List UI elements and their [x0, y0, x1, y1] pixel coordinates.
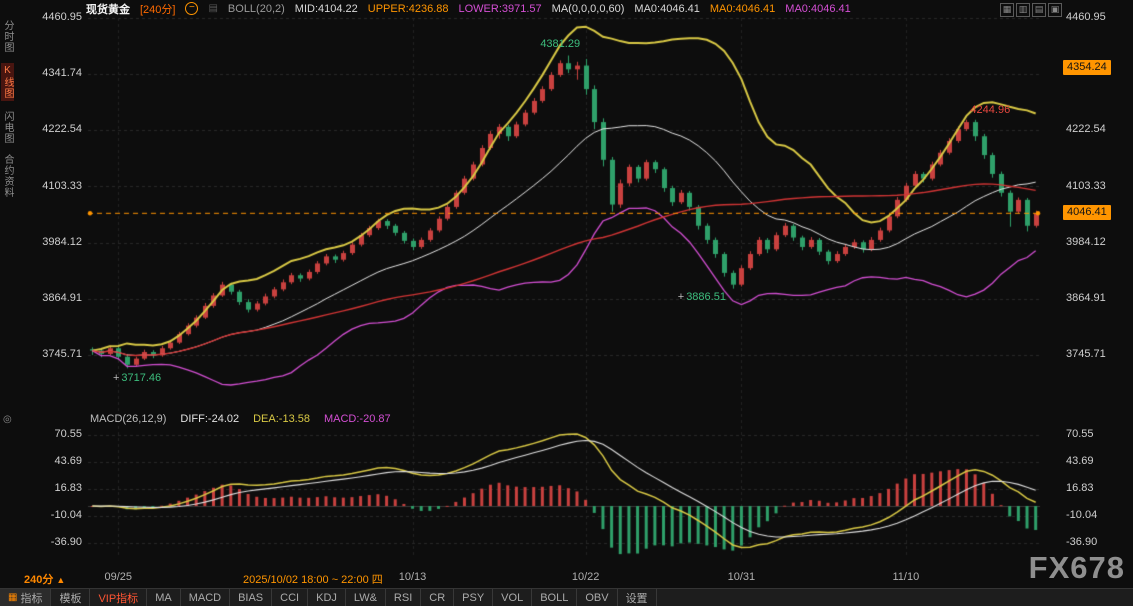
toolbar-item-模板[interactable]: 模板	[51, 589, 90, 606]
ma-label: MA(0,0,0,0,60)	[552, 3, 625, 15]
legend-collapse-icon[interactable]: −	[185, 2, 198, 15]
toolbar-item-label: VIP指标	[98, 590, 138, 606]
toolbar-item-BIAS[interactable]: BIAS	[230, 589, 272, 606]
toolbar-item-label: MA	[155, 592, 172, 604]
ma0-value-white: MA0:4046.41	[634, 3, 699, 15]
boll-lower-value: LOWER:3971.57	[459, 3, 542, 15]
legend-panel-icon[interactable]: ▤	[208, 3, 217, 14]
toolbar-item-设置[interactable]: 设置	[618, 589, 657, 606]
toolbar-item-label: 指标	[20, 590, 42, 606]
sidebar-tab-chart-type[interactable]: 分时图	[1, 20, 14, 53]
layout-split-icon[interactable]: ▥	[1016, 3, 1030, 17]
boll-mid-value: MID:4104.22	[295, 3, 358, 15]
toolbar-item-VOL[interactable]: VOL	[493, 589, 532, 606]
layout-full-icon[interactable]: ▣	[1048, 3, 1062, 17]
boll-upper-value: UPPER:4236.88	[368, 3, 449, 15]
sidebar-tab-chart-type[interactable]: 合约资料	[1, 154, 14, 198]
candlestick-chart-canvas[interactable]	[0, 0, 1133, 606]
session-range-label: 2025/10/02 18:00 ~ 22:00 四	[243, 571, 383, 587]
toolbar-item-OBV[interactable]: OBV	[577, 589, 617, 606]
watermark: FX678	[1029, 550, 1125, 586]
trading-chart-app: 现货黄金 [240分] − ▤ BOLL(20,2) MID:4104.22 U…	[0, 0, 1133, 606]
symbol-name: 现货黄金	[86, 1, 130, 17]
toolbar-item-KDJ[interactable]: KDJ	[308, 589, 346, 606]
toolbar-item-CR[interactable]: CR	[421, 589, 454, 606]
layout-rows-icon[interactable]: ▤	[1032, 3, 1046, 17]
indicator-grid-icon: ▦	[8, 592, 17, 603]
session-high-tag: 4354.24	[1063, 60, 1111, 75]
macd-dea-value: DEA:-13.58	[253, 413, 310, 425]
macd-legend: MACD(26,12,9) DIFF:-24.02 DEA:-13.58 MAC…	[90, 413, 391, 425]
sidebar-tab-active-chart-type[interactable]: K线图	[1, 63, 14, 101]
interval-selector-label: 240分	[24, 574, 53, 586]
toolbar-item-label: BOLL	[540, 592, 568, 604]
macd-macd-value: MACD:-20.87	[324, 413, 391, 425]
toolbar-item-label: RSI	[394, 592, 412, 604]
toolbar-item-LW&[interactable]: LW&	[346, 589, 386, 606]
toolbar-item-label: CCI	[280, 592, 299, 604]
toolbar-item-label: 设置	[626, 590, 648, 606]
chart-type-sidebar: 分时图 K线图闪电图合约资料	[0, 20, 15, 198]
macd-diff-value: DIFF:-24.02	[180, 413, 239, 425]
window-layout-icons: ▦▥▤▣	[1000, 3, 1062, 17]
toolbar-item-label: LW&	[354, 592, 377, 604]
current-price-tag: 4046.41	[1063, 205, 1111, 220]
chart-header: 现货黄金 [240分] − ▤ BOLL(20,2) MID:4104.22 U…	[86, 0, 851, 17]
toolbar-item-CCI[interactable]: CCI	[272, 589, 308, 606]
toolbar-item-BOLL[interactable]: BOLL	[532, 589, 577, 606]
toolbar-item-label: 模板	[59, 590, 81, 606]
ma0-value-magenta: MA0:4046.41	[785, 3, 850, 15]
layout-grid-icon[interactable]: ▦	[1000, 3, 1014, 17]
toolbar-item-MA[interactable]: MA	[147, 589, 181, 606]
toolbar-item-VIP指标[interactable]: VIP指标	[90, 589, 147, 606]
sidebar-tab-chart-type[interactable]: 闪电图	[1, 111, 14, 144]
toolbar-item-label: OBV	[585, 592, 608, 604]
interval-tag: [240分]	[140, 1, 175, 17]
toolbar-item-label: CR	[429, 592, 445, 604]
toolbar-item-MACD[interactable]: MACD	[181, 589, 230, 606]
toolbar-item-label: VOL	[501, 592, 523, 604]
ma0-value-orange: MA0:4046.41	[710, 3, 775, 15]
toolbar-item-label: MACD	[189, 592, 221, 604]
boll-label: BOLL(20,2)	[228, 3, 285, 15]
toolbar-item-RSI[interactable]: RSI	[386, 589, 421, 606]
toolbar-item-label: PSY	[462, 592, 484, 604]
interval-selector[interactable]: 240分 ▲	[24, 571, 65, 587]
toolbar-item-label: BIAS	[238, 592, 263, 604]
indicator-toolbar: ▦指标模板VIP指标MAMACDBIASCCIKDJLW&RSICRPSYVOL…	[0, 588, 1133, 606]
macd-label: MACD(26,12,9)	[90, 413, 166, 425]
indicator-panel-icon[interactable]: ◎	[3, 414, 12, 425]
triangle-up-icon: ▲	[56, 575, 65, 585]
toolbar-item-PSY[interactable]: PSY	[454, 589, 493, 606]
toolbar-item-指标[interactable]: ▦指标	[0, 589, 51, 606]
toolbar-item-label: KDJ	[316, 592, 337, 604]
